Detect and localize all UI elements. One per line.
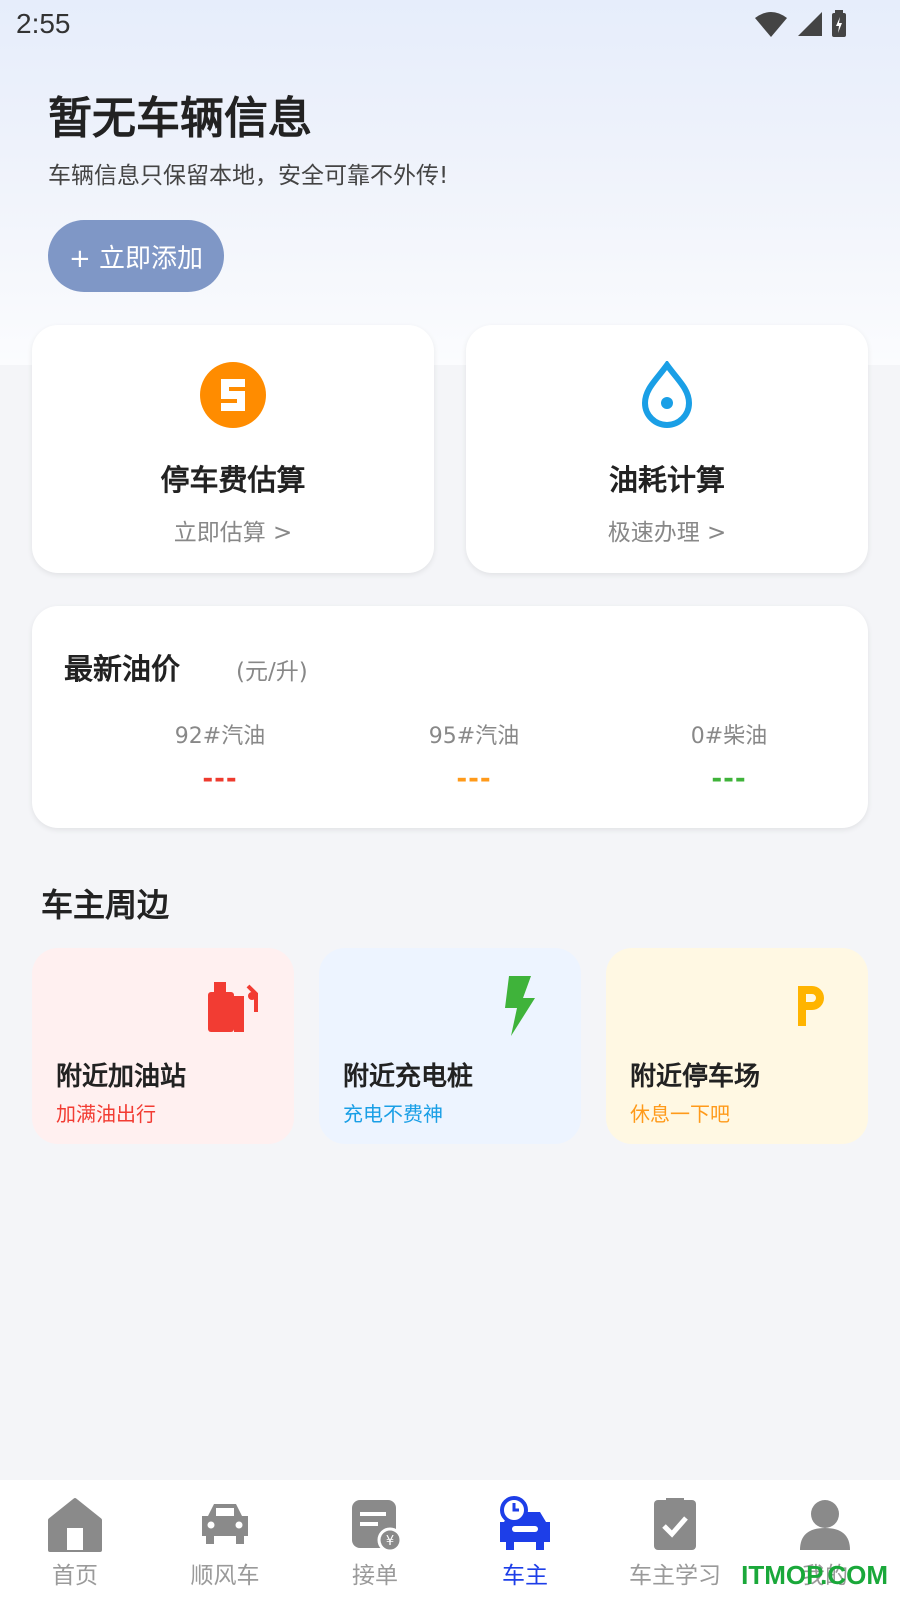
car-icon — [202, 1504, 248, 1544]
price-name: 92#汽油 — [174, 724, 266, 749]
oil-price-card: 最新油价 (元/升) 92#汽油 --- 95#汽油 --- 0#柴油 --- — [32, 606, 868, 828]
fuel-calc-link[interactable]: 极速办理 > — [608, 513, 727, 547]
price-value: --- — [711, 764, 747, 794]
tab-home[interactable]: 首页 — [0, 1480, 150, 1600]
nearby-charger-title: 附近充电桩 — [343, 1062, 474, 1092]
tab-label: 顺风车 — [190, 1563, 260, 1589]
price-95: 95#汽油 --- — [374, 718, 574, 794]
profile-icon — [800, 1500, 850, 1550]
tab-label: 接单 — [352, 1563, 398, 1589]
watermark: ITMOP.COM — [741, 1560, 888, 1590]
signal-icon — [798, 12, 822, 36]
price-name: 0#柴油 — [690, 724, 768, 749]
parking-p-icon — [798, 986, 824, 1026]
tab-label: 车主学习 — [629, 1563, 721, 1589]
study-icon — [654, 1498, 696, 1550]
nearby-gas-sub: 加满油出行 — [56, 1102, 156, 1126]
tab-label: 车主 — [502, 1563, 548, 1589]
nearby-charger-card[interactable]: 附近充电桩 充电不费神 — [319, 948, 581, 1144]
home-icon — [48, 1498, 102, 1552]
price-diesel: 0#柴油 --- — [629, 718, 829, 794]
tab-rideshare[interactable]: 顺风车 — [150, 1480, 300, 1600]
wifi-icon — [755, 12, 787, 37]
car-owner-icon — [500, 1496, 550, 1550]
add-vehicle-button[interactable]: + 立即添加 — [48, 220, 224, 292]
fuel-drop-icon — [641, 361, 693, 428]
oil-price-unit: (元/升) — [236, 659, 308, 685]
price-name: 95#汽油 — [428, 724, 520, 749]
status-bar: 2:55 — [0, 0, 900, 50]
parking-fee-link[interactable]: 立即估算 > — [174, 513, 293, 547]
tab-study[interactable]: 车主学习 — [600, 1480, 750, 1600]
tab-label: 首页 — [52, 1563, 98, 1589]
nearby-charger-sub: 充电不费神 — [343, 1102, 443, 1126]
tab-orders[interactable]: ¥ 接单 — [300, 1480, 450, 1600]
nearby-parking-card[interactable]: 附近停车场 休息一下吧 — [606, 948, 868, 1144]
no-vehicle-title: 暂无车辆信息 — [48, 93, 312, 144]
lightning-icon — [505, 976, 535, 1036]
tab-car-owner[interactable]: 车主 — [450, 1480, 600, 1600]
svg-text:¥: ¥ — [386, 1534, 394, 1549]
fuel-calc-title: 油耗计算 — [608, 463, 725, 497]
nearby-parking-title: 附近停车场 — [630, 1062, 761, 1092]
price-92: 92#汽油 --- — [120, 718, 320, 794]
nearby-gas-station-card[interactable]: 附近加油站 加满油出行 — [32, 948, 294, 1144]
order-icon: ¥ — [352, 1500, 403, 1552]
gas-pump-icon — [208, 982, 258, 1032]
price-value: --- — [202, 764, 238, 794]
vehicle-privacy-note: 车辆信息只保留本地，安全可靠不外传! — [48, 163, 449, 189]
nearby-section-title: 车主周边 — [41, 886, 170, 924]
parking-fee-title: 停车费估算 — [160, 463, 306, 497]
nearby-gas-title: 附近加油站 — [56, 1062, 187, 1092]
parking-fee-icon — [200, 362, 266, 428]
battery-icon — [832, 10, 846, 37]
price-value: --- — [456, 764, 492, 794]
parking-fee-card[interactable]: 停车费估算 立即估算 > — [32, 325, 434, 573]
fuel-calc-card[interactable]: 油耗计算 极速办理 > — [466, 325, 868, 573]
oil-price-title: 最新油价 — [64, 652, 181, 686]
status-time: 2:55 — [16, 8, 71, 39]
nearby-parking-sub: 休息一下吧 — [630, 1102, 730, 1126]
